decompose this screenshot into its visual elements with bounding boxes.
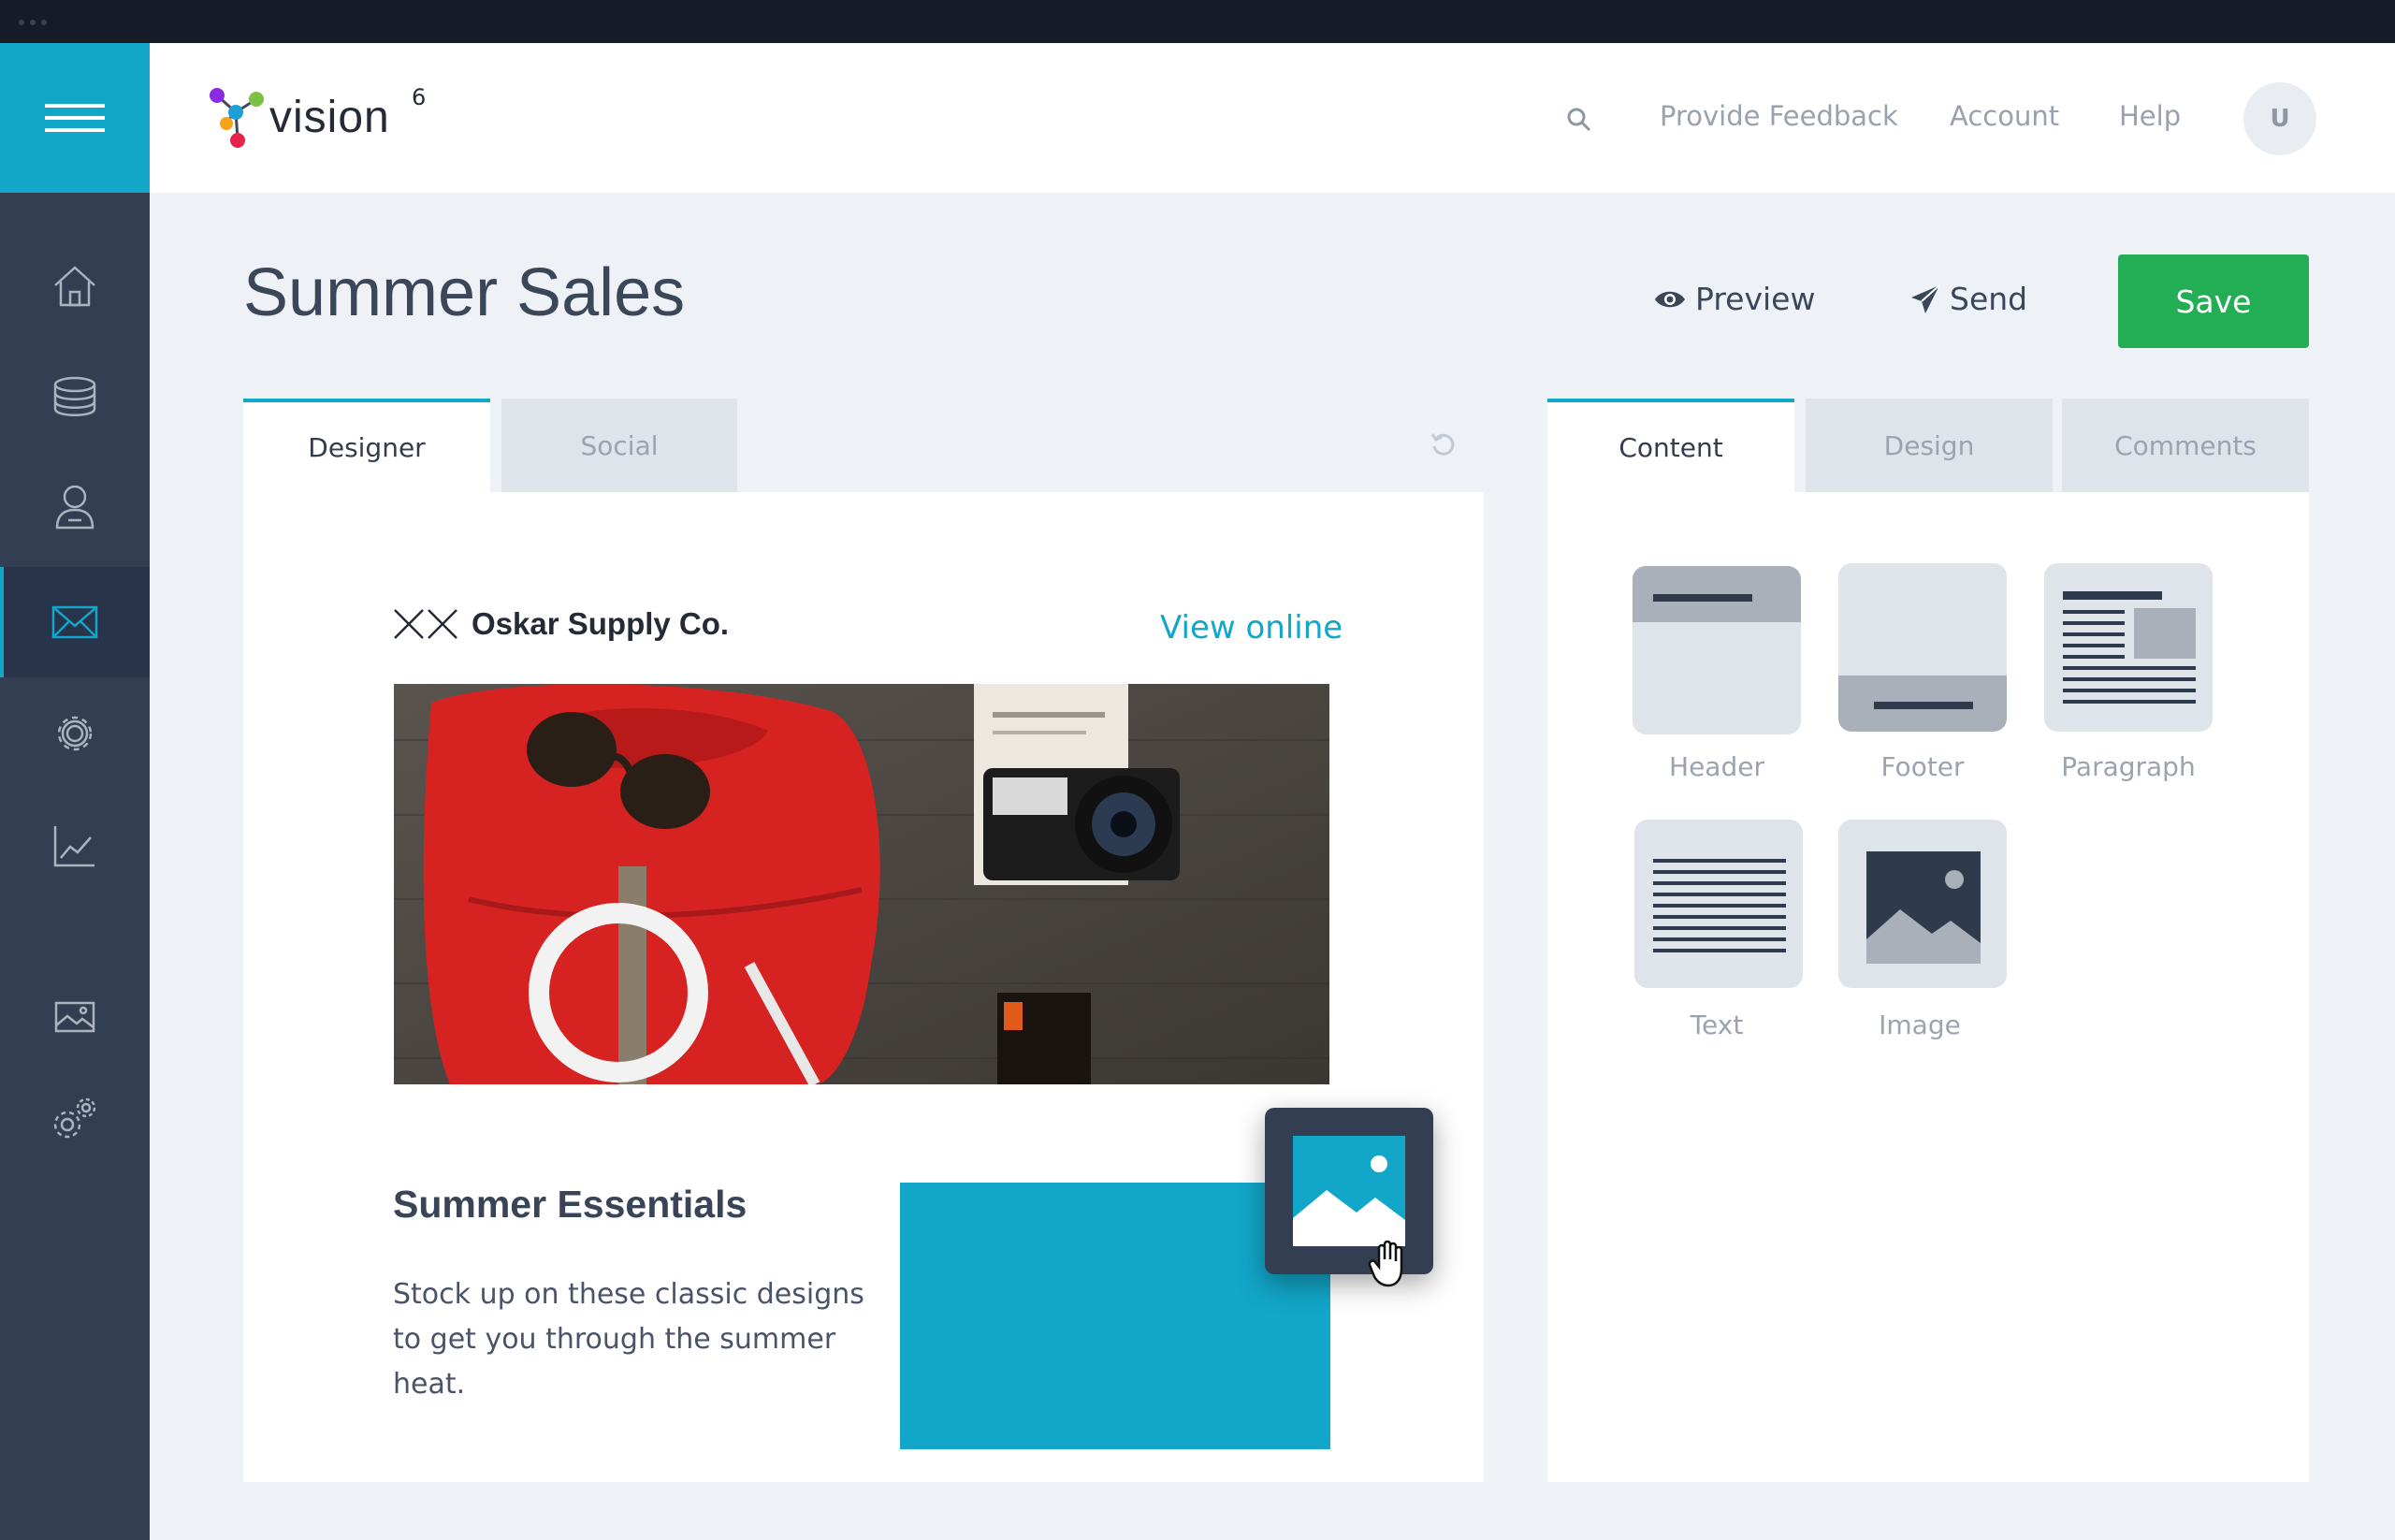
grab-cursor-icon [1368,1240,1403,1287]
home-icon [54,266,95,307]
sidebar-item-integrations[interactable] [0,1064,150,1174]
image-block-icon [1866,851,1981,964]
window-dot [30,20,36,25]
section-body: Stock up on these classic designs to get… [393,1278,864,1401]
footer-block[interactable] [1838,563,2007,732]
help-link[interactable]: Help [2119,100,2181,132]
header-block-icon [1633,566,1801,622]
sidebar-item-contacts[interactable] [0,452,150,562]
reports-icon [53,826,94,867]
search-button[interactable] [1566,107,1592,137]
preview-button[interactable]: Preview [1654,281,1815,317]
tab-content[interactable]: Content [1547,399,1794,492]
text-block-label: Text [1690,1010,1744,1040]
menu-toggle-button[interactable] [0,43,150,193]
vision6-logo-icon [210,88,264,148]
image-block-label: Image [1879,1010,1961,1040]
tab-designer[interactable]: Designer [243,399,490,492]
image-block[interactable] [1838,820,2007,988]
undo-button[interactable] [1430,430,1458,462]
header-block[interactable] [1633,566,1801,734]
preview-label: Preview [1695,281,1816,317]
provide-feedback-link[interactable]: Provide Feedback [1660,100,1898,132]
hero-photo [394,684,1329,1084]
tab-social[interactable]: Social [501,399,737,492]
contacts-icon [55,485,94,530]
sidebar-item-settings[interactable] [0,678,150,789]
email-brand-name: Oskar Supply Co. [472,606,730,641]
header-block-label: Header [1669,751,1764,782]
email-icon [51,605,98,639]
view-online-link[interactable]: View online [1160,609,1343,647]
sidebar-item-media[interactable] [0,962,150,1072]
brand-name: vision [269,93,390,142]
brand-superscript: 6 [412,84,427,110]
page-title: Summer Sales [243,255,686,330]
eye-icon [1655,291,1685,307]
text-block[interactable] [1634,820,1803,988]
window-dot [41,20,47,25]
hero-image[interactable] [394,684,1329,1084]
section-title: Summer Essentials [393,1183,748,1226]
oskar-logo-icon [394,609,457,639]
hamburger-icon [45,104,105,132]
send-label: Send [1950,281,2028,317]
text-block-icon [1653,859,1786,952]
dragging-image-block[interactable] [1265,1108,1433,1287]
window-dot [19,20,24,25]
sidebar-item-email[interactable] [0,567,150,677]
sidebar-item-database[interactable] [0,341,150,452]
media-icon [54,1001,95,1033]
paragraph-block-icon [2063,591,2196,704]
paragraph-block-label: Paragraph [2061,751,2196,782]
integrations-icon [53,1097,96,1139]
database-icon [53,376,96,416]
save-button[interactable]: Save [2118,254,2309,348]
paper-plane-icon [1911,283,1940,313]
sidebar-item-home[interactable] [0,231,150,341]
paragraph-block[interactable] [2044,563,2213,732]
tab-comments[interactable]: Comments [2062,399,2309,492]
email-brand: Oskar Supply Co. [393,606,729,642]
settings-icon [57,716,93,751]
search-icon [1567,108,1591,132]
undo-icon [1430,433,1455,456]
footer-block-label: Footer [1880,751,1965,782]
window-titlebar [0,0,2395,43]
tab-design[interactable]: Design [1806,399,2053,492]
avatar[interactable]: U [2243,82,2316,155]
footer-block-icon [1838,676,2007,732]
sidebar-item-reports[interactable] [0,791,150,901]
account-link[interactable]: Account [1950,100,2059,132]
send-button[interactable]: Send [1910,281,2027,317]
